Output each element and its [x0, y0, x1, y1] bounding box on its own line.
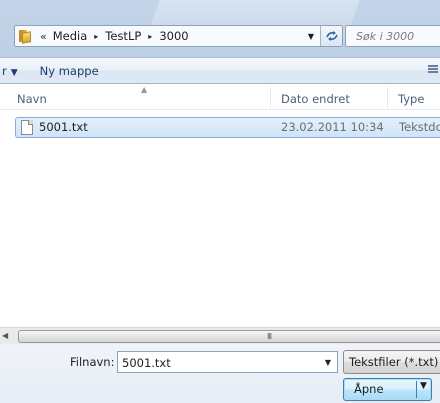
column-header-type[interactable]: Type [398, 84, 424, 110]
list-view-icon[interactable] [428, 65, 438, 76]
breadcrumb-separator-icon[interactable]: ▸ [94, 32, 98, 41]
breadcrumb-media[interactable]: Media [53, 29, 88, 43]
organize-label: r [2, 63, 7, 78]
address-bar[interactable]: « Media ▸ TestLP ▸ 3000 ▼ [14, 25, 343, 47]
window-frame: « Media ▸ TestLP ▸ 3000 ▼ r▼ Ny mappe ▲ … [0, 0, 440, 403]
column-divider[interactable] [387, 87, 388, 108]
scrollbar-grip-icon: III [267, 332, 272, 341]
file-type: Tekstdo [399, 120, 440, 134]
search-input[interactable] [356, 29, 436, 43]
folder-icon [18, 29, 32, 44]
address-history-dropdown-icon[interactable]: ▼ [304, 26, 318, 46]
sort-ascending-icon: ▲ [141, 85, 148, 94]
horizontal-scrollbar[interactable]: ◀ III [0, 327, 440, 344]
button-divider [416, 381, 417, 398]
command-bar: r ▼ Ny mappe [0, 57, 440, 84]
column-header-row: ▲ Navn Dato endret Type [0, 84, 440, 110]
filename-combobox[interactable]: ▼ [117, 351, 338, 373]
breadcrumb-separator-icon[interactable]: ▸ [148, 32, 152, 41]
column-header-date-modified[interactable]: Dato endret [281, 84, 350, 110]
file-date-modified: 23.02.2011 10:34 [281, 120, 384, 134]
open-button[interactable]: Åpne ▼ [343, 378, 432, 401]
organize-menu-button[interactable]: r ▼ [2, 64, 18, 78]
chevron-down-icon[interactable]: ▼ [321, 355, 335, 369]
filename-label: Filnavn: [70, 355, 115, 369]
scroll-left-arrow-icon[interactable]: ◀ [2, 331, 8, 340]
refresh-icon [325, 31, 338, 41]
scrollbar-thumb[interactable]: III [18, 330, 440, 343]
chevron-down-icon: ▼ [10, 67, 18, 78]
file-row[interactable]: 5001.txt 23.02.2011 10:34 Tekstdo [15, 117, 440, 138]
breadcrumb-testlp[interactable]: TestLP [105, 29, 141, 43]
breadcrumb-overflow-button[interactable]: « [40, 30, 47, 43]
column-divider[interactable] [270, 87, 271, 108]
breadcrumb-3000[interactable]: 3000 [159, 29, 188, 43]
new-folder-button[interactable]: Ny mappe [40, 64, 99, 78]
file-list[interactable]: ▲ Navn Dato endret Type 5001.txt 23.02.2… [0, 84, 440, 327]
open-button-label: Åpne [354, 382, 384, 396]
search-box[interactable] [345, 25, 440, 47]
bottom-panel: Filnavn: ▼ Tekstfiler (*.txt) Åpne ▼ [0, 344, 440, 403]
refresh-button[interactable] [320, 26, 342, 46]
file-type-filter-select[interactable]: Tekstfiler (*.txt) [343, 350, 440, 374]
column-header-name[interactable]: Navn [17, 84, 47, 110]
open-options-dropdown-icon[interactable]: ▼ [420, 381, 427, 391]
file-name: 5001.txt [39, 120, 88, 134]
text-file-icon [21, 120, 33, 135]
filename-input[interactable] [122, 355, 312, 370]
